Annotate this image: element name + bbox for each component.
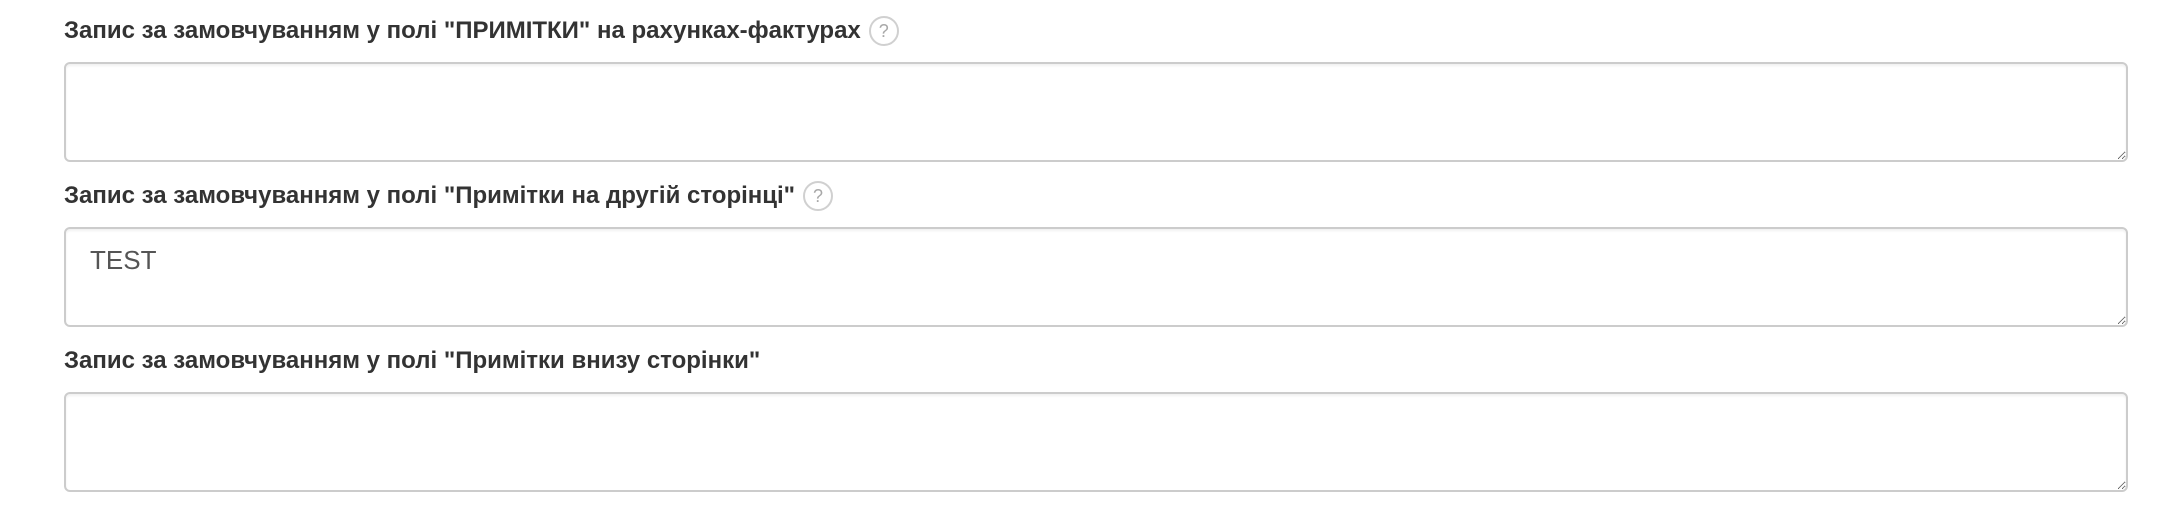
question-circle-icon[interactable]: ? <box>803 181 834 211</box>
footer-notes-label-row: Запис за замовчуванням у полі "Примітки … <box>64 330 2128 392</box>
invoice-notes-field: Запис за замовчуванням у полі "ПРИМІТКИ"… <box>64 0 2128 165</box>
second-page-notes-label: Запис за замовчуванням у полі "Примітки … <box>64 182 796 209</box>
invoice-notes-textarea[interactable] <box>64 62 2128 162</box>
invoice-notes-label: Запис за замовчуванням у полі "ПРИМІТКИ"… <box>64 17 861 44</box>
footer-notes-field: Запис за замовчуванням у полі "Примітки … <box>64 330 2128 495</box>
second-page-notes-field: Запис за замовчуванням у полі "Примітки … <box>64 165 2128 330</box>
second-page-notes-textarea[interactable]: TEST <box>64 227 2128 327</box>
invoice-notes-form: Запис за замовчуванням у полі "ПРИМІТКИ"… <box>64 0 2128 495</box>
question-circle-icon[interactable]: ? <box>868 16 899 46</box>
second-page-notes-label-row: Запис за замовчуванням у полі "Примітки … <box>64 165 2128 227</box>
second-page-notes-textarea-wrap: TEST <box>64 227 2128 327</box>
footer-notes-textarea[interactable] <box>64 392 2128 492</box>
invoice-notes-label-row: Запис за замовчуванням у полі "ПРИМІТКИ"… <box>64 0 2128 62</box>
footer-notes-label: Запис за замовчуванням у полі "Примітки … <box>64 347 761 374</box>
invoice-notes-textarea-wrap <box>64 62 2128 162</box>
footer-notes-textarea-wrap <box>64 392 2128 492</box>
